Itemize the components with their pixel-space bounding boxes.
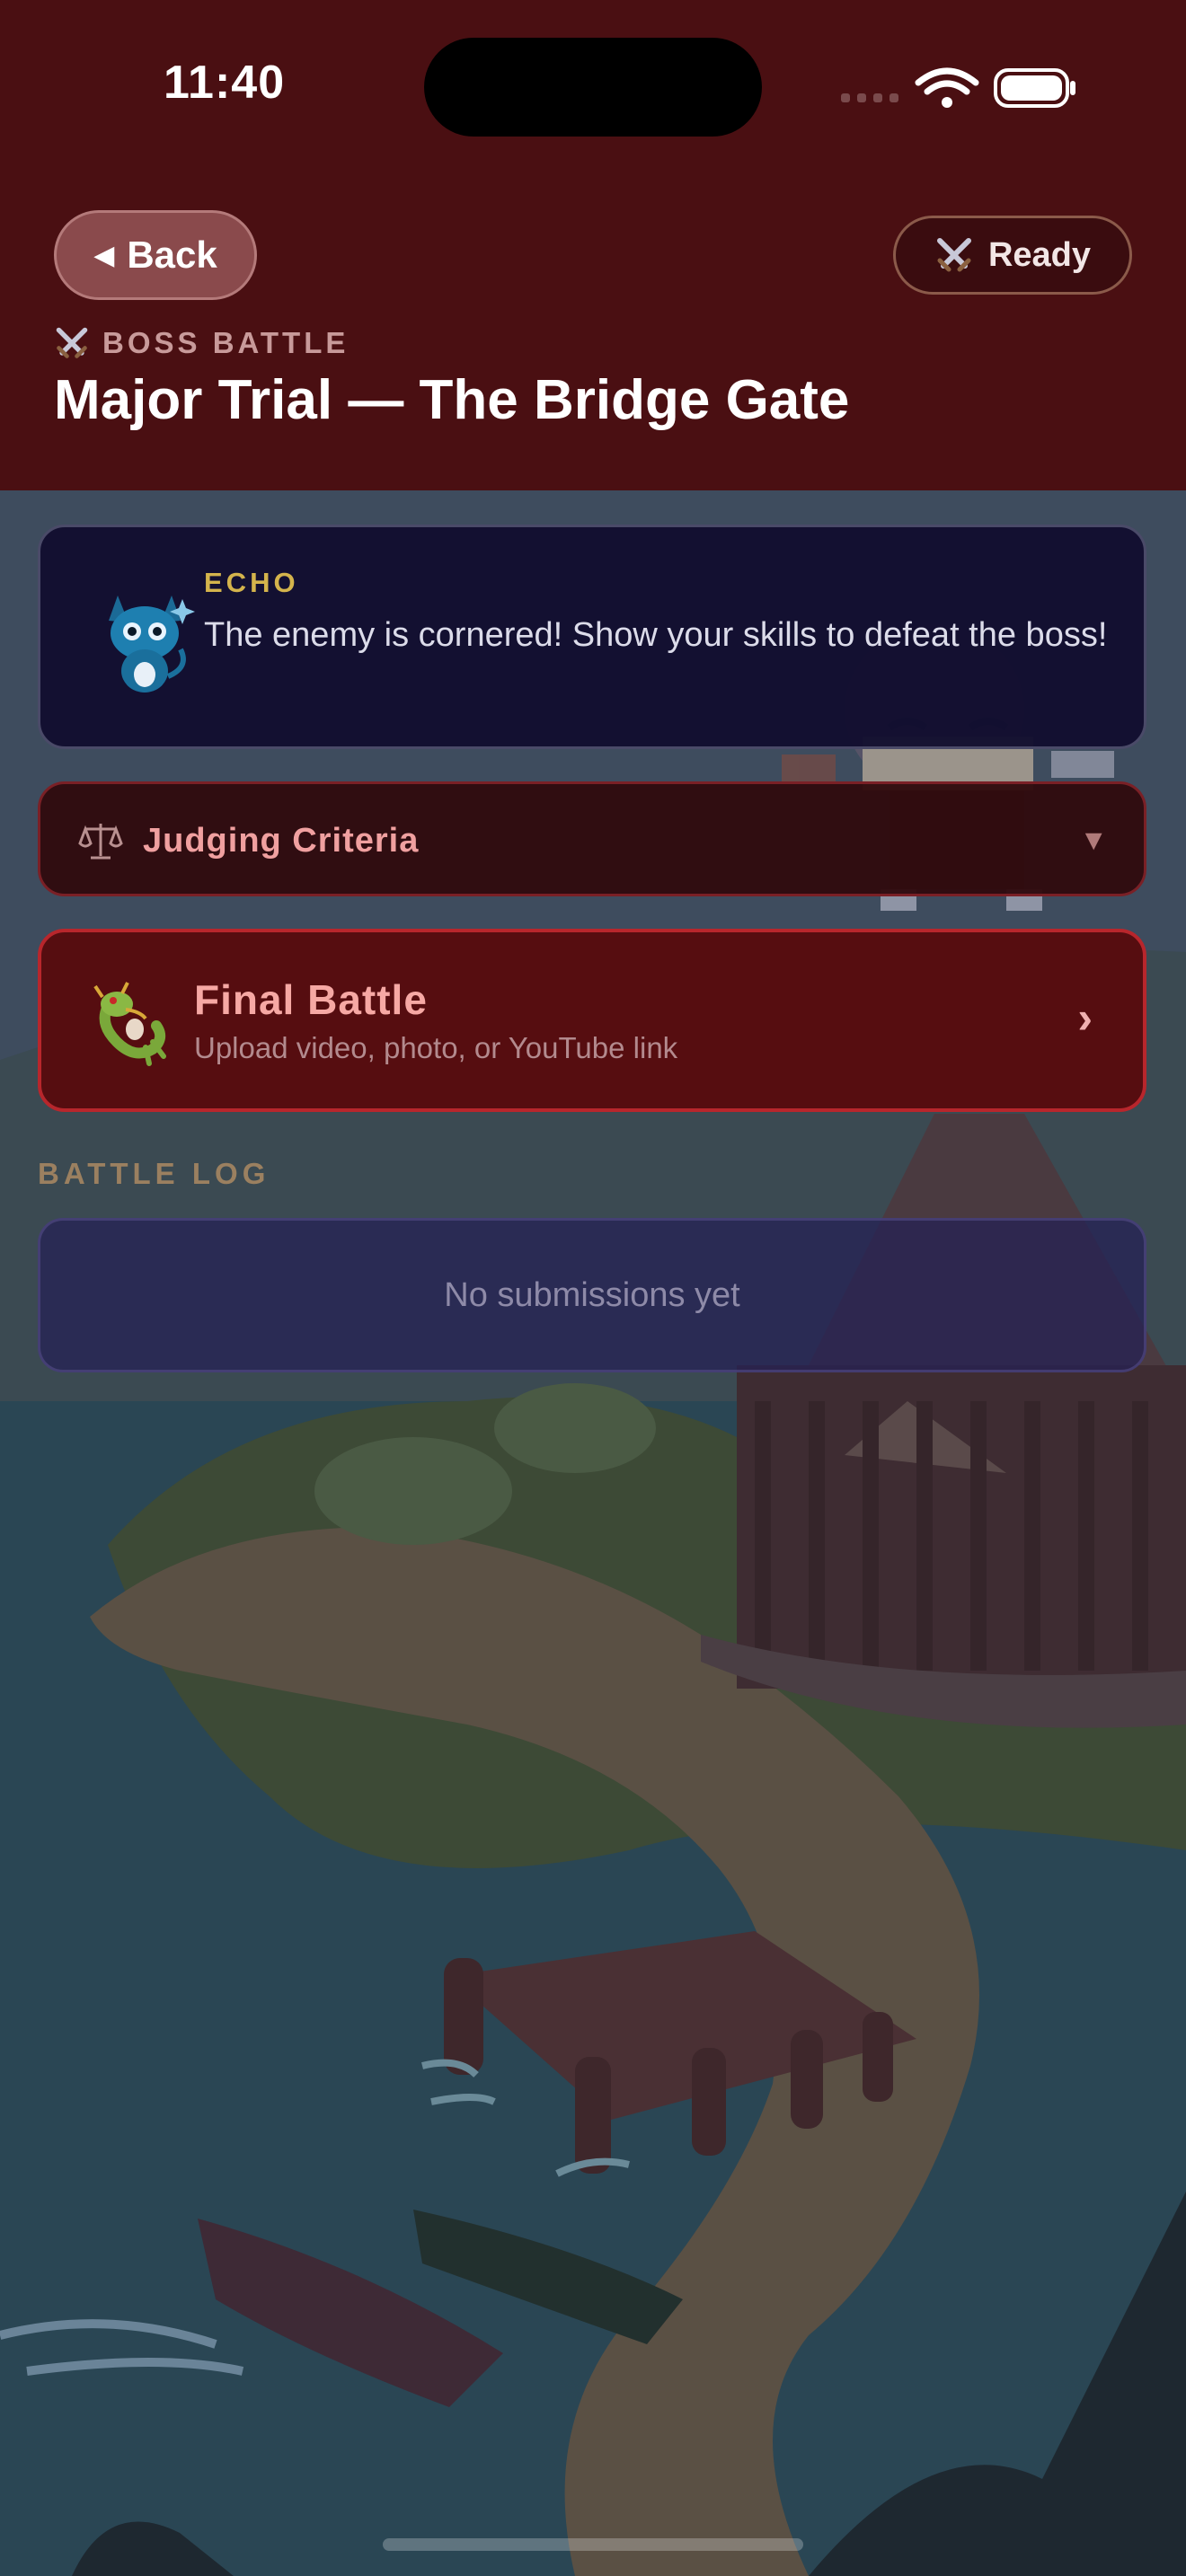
crossed-swords-icon [56,327,88,358]
wifi-dot [942,97,952,108]
battery-icon [994,68,1075,108]
echo-speaker-name: ECHO [204,567,299,598]
cellular-icon [841,93,898,102]
eyebrow-label: BOSS BATTLE [102,326,350,359]
echo-message-card: ECHO The enemy is cornered! Show your sk… [38,525,1146,749]
battle-log-list: No submissions yet [38,1218,1146,1372]
header-bar: 11:40 ◀ Back Ready BOSS BATTLE Major Tri… [0,0,1186,490]
scales-icon [78,824,123,860]
wifi-icon [915,67,979,95]
status-icons [841,67,1075,108]
battle-log-label: BATTLE LOG [38,1157,270,1190]
back-triangle-icon: ◀ [93,240,115,270]
dragon-icon [93,982,166,1066]
ready-button-label: Ready [987,235,1092,274]
chevron-right-icon: › [1077,992,1093,1043]
judging-criteria-label: Judging Criteria [143,822,420,860]
back-button-label: Back [127,234,217,276]
ready-button[interactable]: Ready [893,216,1132,295]
dynamic-island [424,38,762,137]
home-indicator[interactable] [383,2538,803,2551]
echo-message-text: The enemy is cornered! Show your skills … [204,616,1108,654]
final-battle-title: Final Battle [194,976,428,1023]
status-time: 11:40 [164,57,286,109]
back-button[interactable]: ◀ Back [54,210,257,300]
chevron-down-icon: ▼ [1079,824,1108,856]
page-title: Major Trial — The Bridge Gate [54,369,850,431]
final-battle-card[interactable]: Final Battle Upload video, photo, or You… [38,929,1146,1112]
crossed-swords-icon [936,238,971,272]
final-battle-subtitle: Upload video, photo, or YouTube link [194,1031,678,1064]
battle-log-empty-text: No submissions yet [444,1275,740,1314]
boss-battle-eyebrow: BOSS BATTLE [54,325,349,361]
echo-avatar-icon [109,595,195,693]
judging-criteria-toggle[interactable]: Judging Criteria ▼ [38,781,1146,896]
